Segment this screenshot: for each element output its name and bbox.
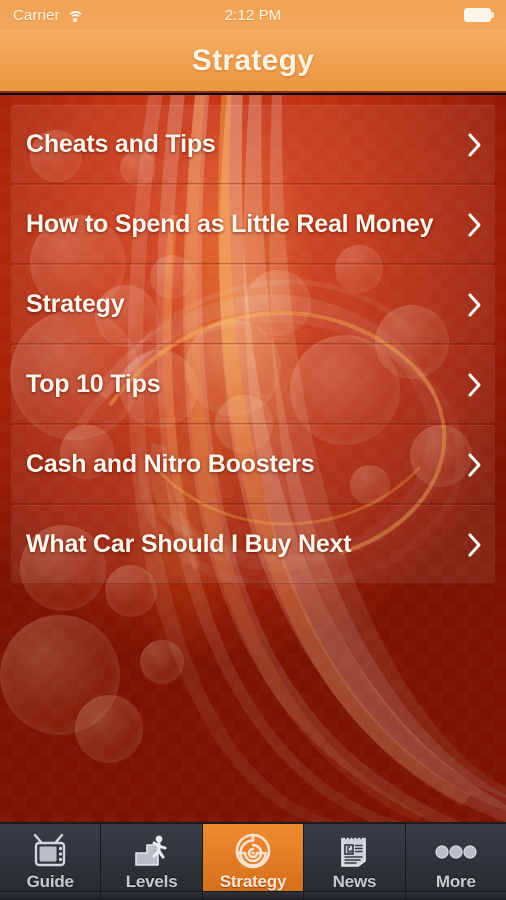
list-item[interactable]: Cheats and Tips: [11, 105, 495, 184]
television-icon: [30, 832, 70, 870]
ellipsis-icon: [434, 832, 478, 870]
tab-label: More: [435, 872, 476, 891]
navigation-bar: Strategy: [0, 30, 506, 93]
list-item[interactable]: Top 10 Tips: [11, 345, 495, 424]
tab-news[interactable]: News: [304, 824, 406, 900]
strategy-list: Cheats and Tips How to Spend as Little R…: [11, 105, 495, 584]
tab-levels[interactable]: Levels: [101, 824, 203, 900]
list-item-label: Cash and Nitro Boosters: [26, 450, 315, 478]
list-item[interactable]: Cash and Nitro Boosters: [11, 425, 495, 504]
app-screen: Carrier 2:12 PM Strategy Cheats and Tips…: [0, 0, 506, 900]
tab-underline: [0, 891, 101, 900]
tab-more[interactable]: More: [405, 824, 506, 900]
list-item[interactable]: How to Spend as Little Real Money: [11, 185, 495, 264]
tab-underline: [304, 891, 405, 900]
list-item-label: Strategy: [26, 290, 125, 318]
chevron-right-icon: [455, 185, 495, 264]
chevron-right-icon: [455, 345, 495, 424]
status-bar-right: [254, 8, 506, 22]
newspaper-icon: [334, 832, 374, 870]
tab-guide[interactable]: Guide: [0, 824, 102, 900]
wifi-icon: [66, 9, 84, 22]
list-item[interactable]: What Car Should I Buy Next: [11, 505, 495, 584]
maze-icon: [233, 832, 273, 870]
chevron-right-icon: [455, 425, 495, 504]
tab-bar: Guide Levels Strategy News More: [0, 822, 506, 900]
chevron-right-icon: [455, 105, 495, 184]
tab-label: News: [332, 872, 377, 891]
tab-strategy[interactable]: Strategy: [202, 824, 305, 900]
list-item-label: Top 10 Tips: [26, 370, 161, 398]
list-item-label: What Car Should I Buy Next: [26, 530, 352, 558]
tab-label: Strategy: [219, 872, 287, 891]
list-item-label: Cheats and Tips: [26, 130, 216, 158]
tab-underline: [202, 891, 304, 900]
list-item[interactable]: Strategy: [11, 265, 495, 344]
tab-underline: [405, 891, 506, 900]
status-bar: Carrier 2:12 PM: [0, 0, 506, 30]
tab-label: Levels: [125, 872, 178, 891]
status-bar-left: Carrier: [0, 7, 254, 24]
page-title: Strategy: [191, 43, 315, 77]
chevron-right-icon: [455, 505, 495, 584]
tab-underline: [101, 891, 202, 900]
content-area: Cheats and Tips How to Spend as Little R…: [0, 95, 506, 822]
carrier-label: Carrier: [13, 6, 60, 24]
stairs-climb-icon: [132, 832, 172, 870]
list-item-label: How to Spend as Little Real Money: [26, 210, 434, 238]
tab-label: Guide: [26, 872, 74, 891]
battery-full-icon: [464, 8, 494, 22]
chevron-right-icon: [455, 265, 495, 344]
